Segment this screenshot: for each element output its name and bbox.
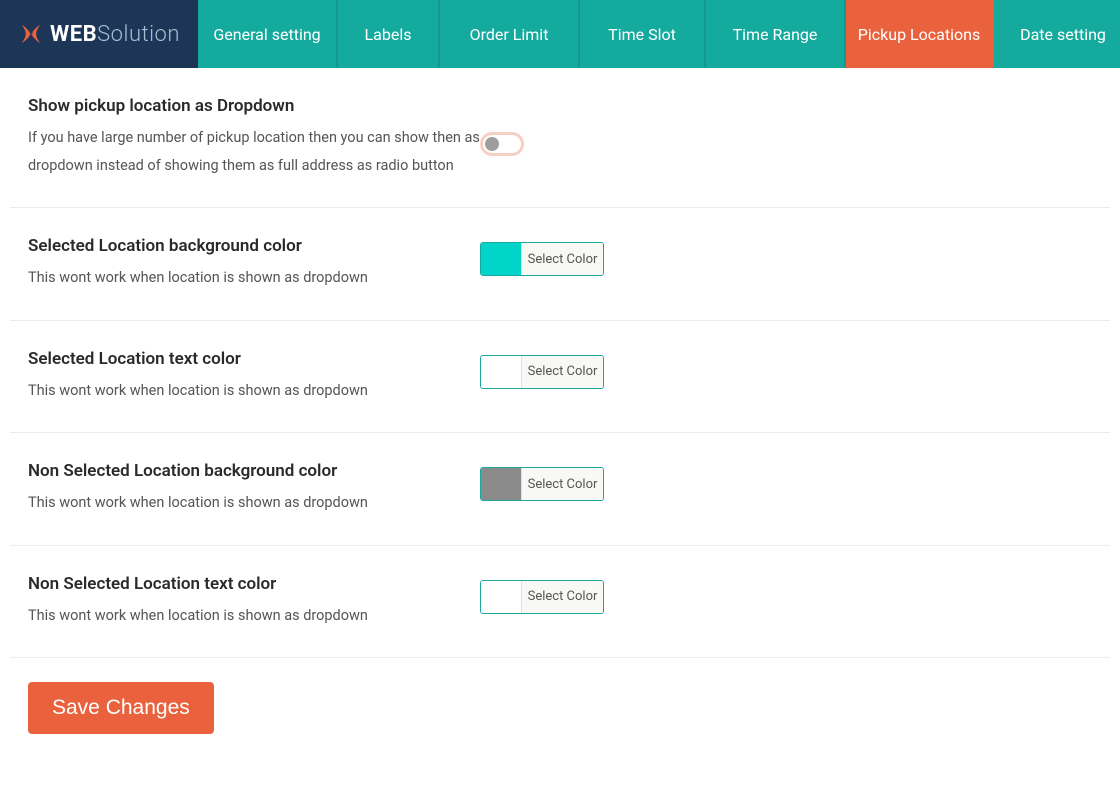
select-color-label: Select Color: [521, 468, 603, 500]
tab-label: Pickup Locations: [858, 25, 980, 44]
brand: π WEBSolution: [0, 0, 198, 68]
color-swatch-icon: [481, 356, 521, 388]
select-color-label: Select Color: [521, 581, 603, 613]
nonselected-bg-color-picker[interactable]: Select Color: [480, 467, 604, 501]
tab-general-setting[interactable]: General setting: [198, 0, 338, 68]
tab-label: Labels: [365, 25, 412, 44]
color-swatch-icon: [481, 243, 521, 275]
tab-time-slot[interactable]: Time Slot: [580, 0, 706, 68]
setting-sub: This wont work when location is shown as…: [28, 264, 480, 292]
tab-label: General setting: [213, 25, 320, 44]
tab-pickup-locations[interactable]: Pickup Locations: [846, 0, 994, 68]
nonselected-text-color-picker[interactable]: Select Color: [480, 580, 604, 614]
brand-bold: WEB: [50, 22, 97, 47]
tab-label: Time Range: [733, 25, 818, 44]
setting-sub: This wont work when location is shown as…: [28, 377, 480, 405]
setting-selected-bg: Selected Location background color This …: [10, 208, 1110, 321]
setting-selected-text: Selected Location text color This wont w…: [10, 321, 1110, 434]
toggle-knob-icon: [485, 137, 499, 151]
topbar: π WEBSolution General setting Labels Ord…: [0, 0, 1120, 68]
select-color-label: Select Color: [521, 243, 603, 275]
brand-light: Solution: [97, 22, 180, 47]
setting-control: Select Color: [480, 574, 604, 614]
content: Show pickup location as Dropdown If you …: [0, 68, 1120, 764]
setting-title: Selected Location text color: [28, 349, 480, 369]
save-button[interactable]: Save Changes: [28, 682, 214, 734]
setting-title: Show pickup location as Dropdown: [28, 96, 480, 116]
tab-label: Time Slot: [608, 25, 676, 44]
setting-desc: Non Selected Location background color T…: [28, 461, 480, 517]
setting-sub: If you have large number of pickup locat…: [28, 124, 480, 179]
setting-title: Non Selected Location background color: [28, 461, 480, 481]
tabs: General setting Labels Order Limit Time …: [198, 0, 1120, 68]
selected-bg-color-picker[interactable]: Select Color: [480, 242, 604, 276]
setting-title: Non Selected Location text color: [28, 574, 480, 594]
setting-sub: This wont work when location is shown as…: [28, 489, 480, 517]
tab-date-setting[interactable]: Date setting: [994, 0, 1120, 68]
tab-order-limit[interactable]: Order Limit: [440, 0, 580, 68]
save-row: Save Changes: [10, 658, 1110, 744]
tab-time-range[interactable]: Time Range: [706, 0, 846, 68]
setting-control: Select Color: [480, 349, 604, 389]
setting-control: Select Color: [480, 461, 604, 501]
setting-nonselected-text: Non Selected Location text color This wo…: [10, 546, 1110, 659]
brand-text: WEBSolution: [50, 22, 180, 47]
setting-desc: Selected Location background color This …: [28, 236, 480, 292]
tab-label: Date setting: [1020, 25, 1106, 44]
brand-logo-icon: π: [18, 19, 44, 49]
setting-desc: Non Selected Location text color This wo…: [28, 574, 480, 630]
tab-labels[interactable]: Labels: [338, 0, 440, 68]
dropdown-toggle[interactable]: [480, 132, 524, 156]
setting-title: Selected Location background color: [28, 236, 480, 256]
setting-desc: Selected Location text color This wont w…: [28, 349, 480, 405]
setting-control: [480, 96, 524, 156]
setting-show-as-dropdown: Show pickup location as Dropdown If you …: [10, 68, 1110, 208]
setting-sub: This wont work when location is shown as…: [28, 602, 480, 630]
color-swatch-icon: [481, 468, 521, 500]
color-swatch-icon: [481, 581, 521, 613]
setting-control: Select Color: [480, 236, 604, 276]
select-color-label: Select Color: [521, 356, 603, 388]
selected-text-color-picker[interactable]: Select Color: [480, 355, 604, 389]
setting-desc: Show pickup location as Dropdown If you …: [28, 96, 480, 179]
setting-nonselected-bg: Non Selected Location background color T…: [10, 433, 1110, 546]
tab-label: Order Limit: [470, 25, 549, 44]
